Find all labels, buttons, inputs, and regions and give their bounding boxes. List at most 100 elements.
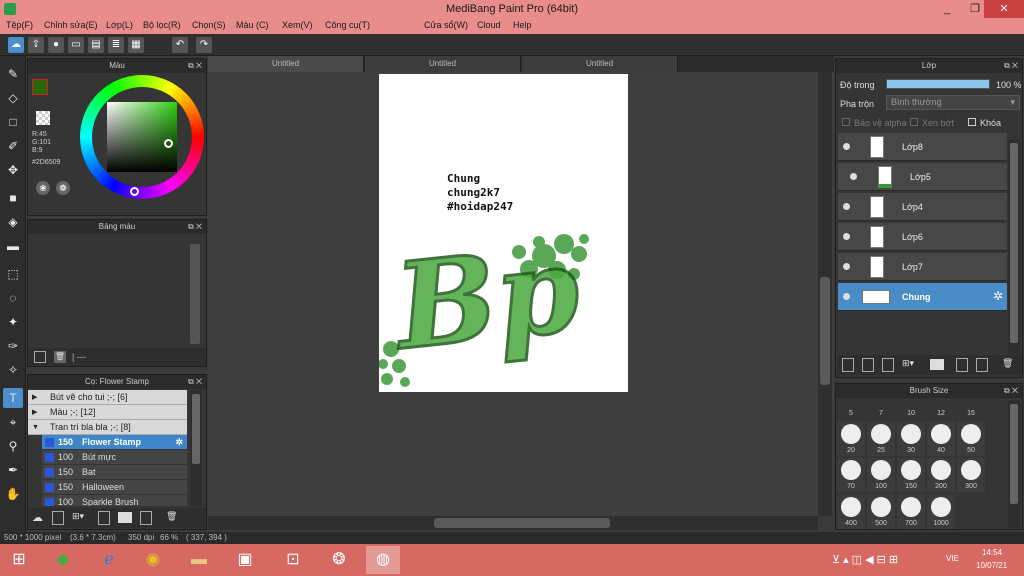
foreground-color-swatch[interactable] <box>32 79 48 95</box>
brush-item[interactable]: 150 Bat <box>42 465 187 480</box>
folder-icon[interactable] <box>118 512 132 523</box>
dropper-tool-icon[interactable]: ⚲ <box>3 436 23 456</box>
brush-size-label[interactable]: 15 <box>956 410 986 417</box>
vertical-scrollbar[interactable] <box>818 72 832 516</box>
add-brush-icon[interactable]: ⊞▾ <box>72 511 90 525</box>
panel-close-icon[interactable]: ⧉ ✕ <box>188 220 202 234</box>
brush-size-label[interactable]: 5 <box>836 410 866 417</box>
protect-alpha-checkbox[interactable] <box>842 118 850 126</box>
brush-size-label[interactable]: 10 <box>896 410 926 417</box>
color-picker-handle[interactable] <box>164 139 173 148</box>
brush-scrollbar[interactable] <box>190 390 202 506</box>
brush-group[interactable]: ▼ Tran trí bla bla ;-; [8] <box>28 420 187 435</box>
color-mix-icon[interactable]: ❁ <box>56 181 70 195</box>
undo-icon[interactable]: ↶ <box>172 37 188 53</box>
gear-icon[interactable]: ✲ <box>993 289 1003 303</box>
menu-view[interactable]: Xem(V) <box>282 20 313 30</box>
layer-scrollbar[interactable] <box>1008 139 1020 375</box>
export-icon[interactable]: ⇪ <box>28 37 44 53</box>
eye-icon[interactable] <box>843 233 850 240</box>
cloud-icon[interactable]: ☁ <box>8 37 24 53</box>
brush-item[interactable]: 150 Halloween <box>42 480 187 495</box>
operation-tool-icon[interactable]: ⌖ <box>3 412 23 432</box>
brush-group[interactable]: ▶ Màu ;-; [12] <box>28 405 187 420</box>
drawing-canvas[interactable]: Chung chung2k7 #hoidap247 Bp <box>379 74 628 392</box>
transparent-color-swatch[interactable] <box>36 111 50 125</box>
clipping-checkbox[interactable] <box>910 118 918 126</box>
layer-row[interactable]: Lớp8 <box>838 133 1007 161</box>
horizontal-scrollbar[interactable] <box>208 516 818 530</box>
opacity-slider[interactable] <box>886 79 990 89</box>
menu-select[interactable]: Chọn(S) <box>192 20 226 30</box>
page-icon[interactable]: ▤ <box>88 37 104 53</box>
panel-close-icon[interactable]: ⧉ ✕ <box>188 59 202 73</box>
brush-item[interactable]: 100 Sparkle Brush <box>42 495 187 507</box>
close-button[interactable]: ✕ <box>984 0 1024 18</box>
medibang-taskbar-icon[interactable]: ◍ <box>366 546 400 574</box>
language-indicator[interactable]: VIE <box>946 554 959 563</box>
clock-time[interactable]: 14:54 <box>982 548 1002 557</box>
menu-filter[interactable]: Bộ lọc(R) <box>143 20 181 30</box>
clock-date[interactable]: 10/07/21 <box>976 561 1007 570</box>
folder-icon[interactable] <box>930 359 944 370</box>
hand-tool-icon[interactable]: ✋ <box>3 484 23 504</box>
move-tool-icon[interactable]: ✥ <box>3 160 23 180</box>
chrome-icon[interactable]: ◉ <box>136 546 170 574</box>
file-explorer-icon[interactable]: ▬ <box>182 546 216 574</box>
gradient-tool-icon[interactable]: ▬ <box>3 236 23 256</box>
saturation-square[interactable] <box>107 102 177 172</box>
brush-group[interactable]: ▶ Bút vẽ cho tui ;-; [6] <box>28 390 187 405</box>
layer-row[interactable]: Chung ✲ <box>838 283 1007 311</box>
comment-icon[interactable]: ● <box>48 37 64 53</box>
message-icon[interactable]: ▭ <box>68 37 84 53</box>
new-layer-icon[interactable] <box>842 358 854 372</box>
brush-size-label[interactable]: 12 <box>926 410 956 417</box>
eye-icon[interactable] <box>843 143 850 150</box>
menu-help[interactable]: Help <box>513 20 532 30</box>
menu-layer[interactable]: Lớp(L) <box>106 20 133 30</box>
new-halftone-layer-icon[interactable] <box>862 358 874 372</box>
eye-icon[interactable] <box>843 203 850 210</box>
cloud-brush-icon[interactable]: ☁ <box>32 511 46 525</box>
fill-rect-tool-icon[interactable]: ■ <box>3 188 23 208</box>
eye-icon[interactable] <box>843 263 850 270</box>
eye-icon[interactable] <box>850 173 857 180</box>
merge-layer-icon[interactable] <box>976 358 988 372</box>
hue-handle[interactable] <box>130 187 139 196</box>
panel-close-icon[interactable]: ⧉ ✕ <box>1004 384 1018 398</box>
menu-cloud[interactable]: Cloud <box>477 20 501 30</box>
lock-checkbox[interactable] <box>968 118 976 126</box>
brush-property-icon[interactable] <box>98 511 110 525</box>
duplicate-layer-icon[interactable] <box>956 358 968 372</box>
internet-explorer-icon[interactable]: ℯ <box>92 546 126 574</box>
select-pen-icon[interactable]: ✑ <box>3 336 23 356</box>
bucket-tool-icon[interactable]: ◈ <box>3 212 23 232</box>
document-tab[interactable]: Untitled <box>522 56 678 72</box>
layer-row[interactable]: Lớp4 <box>838 193 1007 221</box>
menu-tools[interactable]: Công cụ(T) <box>325 20 370 30</box>
list-icon[interactable]: ≣ <box>108 37 124 53</box>
powerpoint-icon[interactable]: ▣ <box>228 546 262 574</box>
brush-settings-icon[interactable]: ✲ <box>175 435 183 450</box>
new-brush-icon[interactable] <box>52 511 64 525</box>
app-icon[interactable]: ⊡ <box>276 546 310 574</box>
minimize-button[interactable]: _ <box>934 0 960 18</box>
brush-item[interactable]: 150 Flower Stamp ✲ <box>42 435 187 450</box>
select-rect-icon[interactable]: ⬚ <box>3 264 23 284</box>
add-layer-menu-icon[interactable]: ⊞▾ <box>902 358 924 372</box>
tray-icons[interactable]: ⊻ ▴ ◫ ◀ ⊟ ⊞ <box>832 553 898 566</box>
bluestacks-icon[interactable]: ◆ <box>46 546 80 574</box>
layer-row[interactable]: Lớp5 <box>838 163 1007 191</box>
eyedropper-icon[interactable]: ✒ <box>3 460 23 480</box>
duplicate-brush-icon[interactable] <box>140 511 152 525</box>
blend-select[interactable]: Bình thường ▾ <box>886 95 1020 110</box>
windows-start-icon[interactable]: ⊞ <box>2 546 36 574</box>
menu-color[interactable]: Màu (C) <box>236 20 269 30</box>
layer-row[interactable]: Lớp7 <box>838 253 1007 281</box>
brush-item[interactable]: 100 Bút mực <box>42 450 187 465</box>
delete-brush-icon[interactable]: 🗑 <box>166 511 180 525</box>
app-icon[interactable]: ❂ <box>322 546 356 574</box>
layer-row[interactable]: Lớp6 <box>838 223 1007 251</box>
pen-tool-icon[interactable]: ✐ <box>3 136 23 156</box>
eraser-tool-icon[interactable]: ◇ <box>3 88 23 108</box>
